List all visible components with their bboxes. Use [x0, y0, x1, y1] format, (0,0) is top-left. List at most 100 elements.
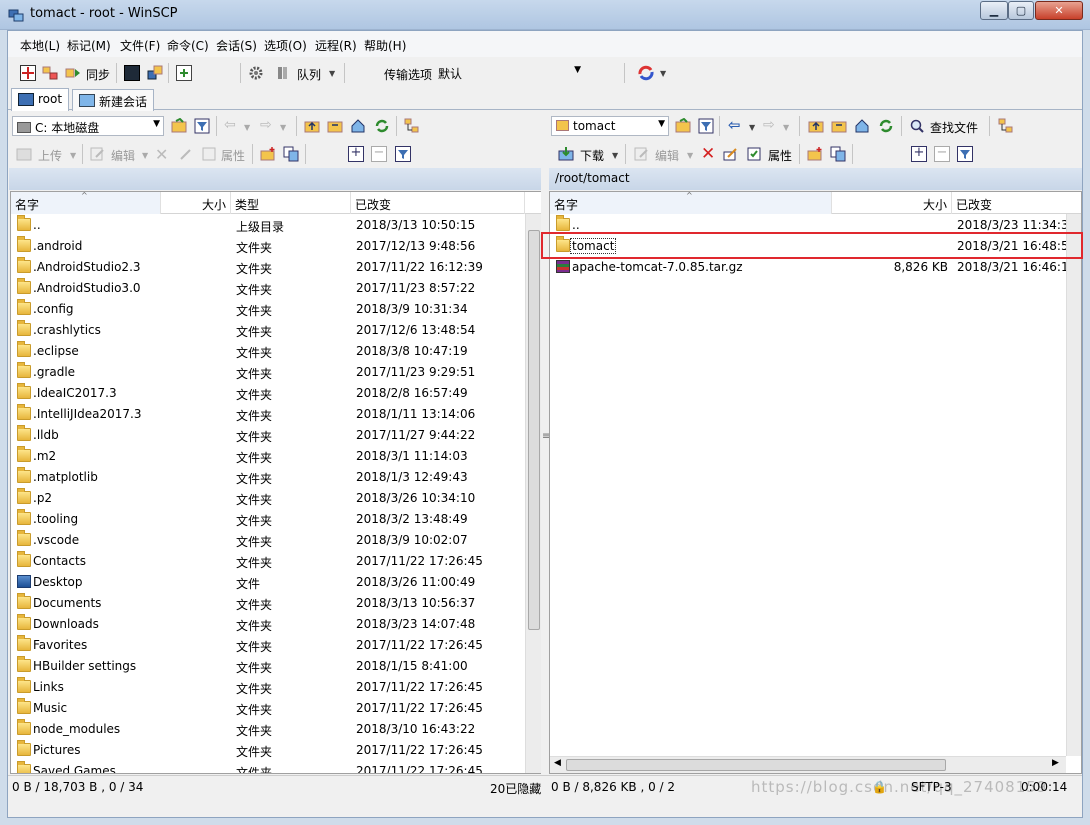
download-label[interactable]: 下载	[580, 147, 604, 164]
open-folder-icon[interactable]	[171, 117, 187, 134]
col-changed[interactable]: 已改变	[952, 192, 1081, 214]
find-files-label[interactable]: 查找文件	[930, 119, 978, 136]
table-row[interactable]: .lldb 文件夹 2017/11/27 9:44:22	[11, 425, 541, 446]
chevron-down-icon[interactable]: ▼	[783, 123, 789, 132]
local-file-list[interactable]: 名字 ^ 大小 类型 已改变 .. 上级目录 2018/3/13 10:50:15.…	[10, 191, 542, 774]
table-row[interactable]: .matplotlib 文件夹 2018/1/3 12:49:43	[11, 467, 541, 488]
table-row[interactable]: Contacts 文件夹 2017/11/22 17:26:45	[11, 551, 541, 572]
forward-arrow-icon[interactable]: ⇨	[763, 118, 779, 134]
menu-command[interactable]: 命令(C)	[167, 37, 209, 54]
col-size[interactable]: 大小	[832, 192, 952, 214]
table-row[interactable]: Saved Games 文件夹 2017/11/22 17:26:45	[11, 761, 541, 773]
table-row[interactable]: .p2 文件夹 2018/3/26 10:34:10	[11, 488, 541, 509]
table-row[interactable]: Music 文件夹 2017/11/22 17:26:45	[11, 698, 541, 719]
new-folder-icon[interactable]	[260, 146, 276, 162]
remote-dir-select[interactable]: tomact ▼	[551, 116, 669, 136]
queue-icon[interactable]	[276, 65, 292, 81]
home-icon[interactable]	[350, 118, 366, 134]
compare-dirs-icon[interactable]	[20, 65, 36, 81]
tab-new-session[interactable]: 新建会话	[72, 89, 155, 111]
home-icon[interactable]	[854, 118, 870, 134]
unselect-icon[interactable]: −	[934, 146, 950, 162]
filter-select-icon[interactable]	[395, 146, 411, 162]
table-row[interactable]: .. 上级目录 2018/3/13 10:50:15	[11, 215, 541, 236]
root-dir-icon[interactable]	[327, 118, 343, 134]
table-row[interactable]: HBuilder settings 文件夹 2018/1/15 8:41:00	[11, 656, 541, 677]
gear-icon[interactable]	[248, 65, 264, 81]
tree-icon[interactable]	[998, 118, 1014, 134]
find-files-icon[interactable]	[909, 118, 925, 134]
edit-label[interactable]: 编辑	[655, 147, 679, 164]
new-folder-icon[interactable]	[807, 146, 823, 162]
transfer-preset-select[interactable]: 默认 ▼	[434, 63, 584, 83]
chevron-down-icon[interactable]: ▼	[329, 69, 335, 78]
minimize-button[interactable]: ▁	[980, 1, 1008, 20]
refresh-icon[interactable]	[374, 118, 390, 134]
pane-splitter[interactable]: ≡	[541, 191, 550, 775]
local-vertical-scrollbar[interactable]	[525, 214, 541, 773]
menu-remote[interactable]: 远程(R)	[315, 37, 357, 54]
new-window-icon[interactable]	[176, 65, 192, 81]
rename-icon[interactable]	[723, 146, 739, 162]
scroll-right-icon[interactable]: ▶	[1052, 758, 1059, 768]
back-arrow-icon[interactable]: ⇦	[728, 118, 744, 134]
table-row[interactable]: .tooling 文件夹 2018/3/2 13:48:49	[11, 509, 541, 530]
table-row[interactable]: .android 文件夹 2017/12/13 9:48:56	[11, 236, 541, 257]
open-folder-icon[interactable]	[675, 117, 691, 134]
remote-horizontal-scrollbar[interactable]: ◀ ▶	[550, 756, 1066, 773]
filter-select-icon[interactable]	[957, 146, 973, 162]
refresh-icon[interactable]	[878, 118, 894, 134]
copy-icon[interactable]	[283, 146, 299, 162]
forward-arrow-icon[interactable]: ⇨	[260, 118, 276, 134]
copy-icon[interactable]	[830, 146, 846, 162]
table-row[interactable]: Desktop 文件 2018/3/26 11:00:49	[11, 572, 541, 593]
close-button[interactable]: ✕	[1035, 1, 1083, 20]
chevron-down-icon[interactable]: ▼	[612, 151, 618, 160]
download-icon[interactable]	[558, 146, 574, 162]
table-row[interactable]: .AndroidStudio2.3 文件夹 2017/11/22 16:12:39	[11, 257, 541, 278]
menu-local[interactable]: 本地(L)	[20, 37, 60, 54]
rename-icon[interactable]	[178, 146, 194, 162]
terminal-icon[interactable]	[124, 65, 140, 81]
chevron-down-icon[interactable]: ▼	[687, 151, 693, 160]
properties-icon[interactable]	[746, 146, 762, 162]
col-size[interactable]: 大小	[161, 192, 231, 214]
table-row[interactable]: Documents 文件夹 2018/3/13 10:56:37	[11, 593, 541, 614]
select-all-icon[interactable]: +	[911, 146, 927, 162]
sync-browse-icon[interactable]	[42, 65, 58, 81]
table-row[interactable]: apache-tomcat-7.0.85.tar.gz 8,826 KB 2018/…	[550, 257, 1081, 278]
parent-dir-icon[interactable]	[304, 118, 320, 134]
root-dir-icon[interactable]	[831, 118, 847, 134]
col-name[interactable]: 名字 ^	[11, 192, 161, 214]
local-drive-select[interactable]: C: 本地磁盘 ▼	[12, 116, 164, 136]
properties-label[interactable]: 属性	[221, 147, 245, 164]
putty-icon[interactable]	[147, 65, 163, 81]
properties-icon[interactable]	[201, 146, 217, 162]
delete-icon[interactable]: ✕	[701, 144, 717, 164]
table-row[interactable]: .m2 文件夹 2018/3/1 11:14:03	[11, 446, 541, 467]
edit-icon[interactable]	[634, 146, 650, 162]
sync-icon[interactable]	[65, 65, 81, 81]
delete-icon[interactable]: ✕	[155, 145, 171, 164]
table-row[interactable]: .config 文件夹 2018/3/9 10:31:34	[11, 299, 541, 320]
chevron-down-icon[interactable]: ▼	[142, 151, 148, 160]
select-all-icon[interactable]: +	[348, 146, 364, 162]
maximize-button[interactable]: ▢	[1008, 1, 1034, 20]
chevron-down-icon[interactable]: ▼	[660, 69, 666, 78]
table-row[interactable]: .gradle 文件夹 2017/11/23 9:29:51	[11, 362, 541, 383]
back-arrow-icon[interactable]: ⇦	[224, 118, 240, 134]
chevron-down-icon[interactable]: ▼	[244, 123, 250, 132]
table-row[interactable]: .crashlytics 文件夹 2017/12/6 13:48:54	[11, 320, 541, 341]
col-type[interactable]: 类型	[231, 192, 351, 214]
table-row[interactable]: .AndroidStudio3.0 文件夹 2017/11/23 8:57:22	[11, 278, 541, 299]
remote-vertical-scrollbar[interactable]	[1066, 214, 1081, 756]
remote-file-list[interactable]: 名字 ^ 大小 已改变 .. 2018/3/23 11:34:32 tomact 20…	[549, 191, 1082, 774]
menu-session[interactable]: 会话(S)	[216, 37, 257, 54]
menu-options[interactable]: 选项(O)	[264, 37, 307, 54]
table-row[interactable]: Favorites 文件夹 2017/11/22 17:26:45	[11, 635, 541, 656]
table-row[interactable]: .IntelliJIdea2017.3 文件夹 2018/1/11 13:14:06	[11, 404, 541, 425]
properties-label[interactable]: 属性	[768, 147, 792, 164]
col-changed[interactable]: 已改变	[351, 192, 525, 214]
sync-label[interactable]: 同步	[86, 66, 110, 83]
filter-icon[interactable]	[194, 118, 210, 134]
